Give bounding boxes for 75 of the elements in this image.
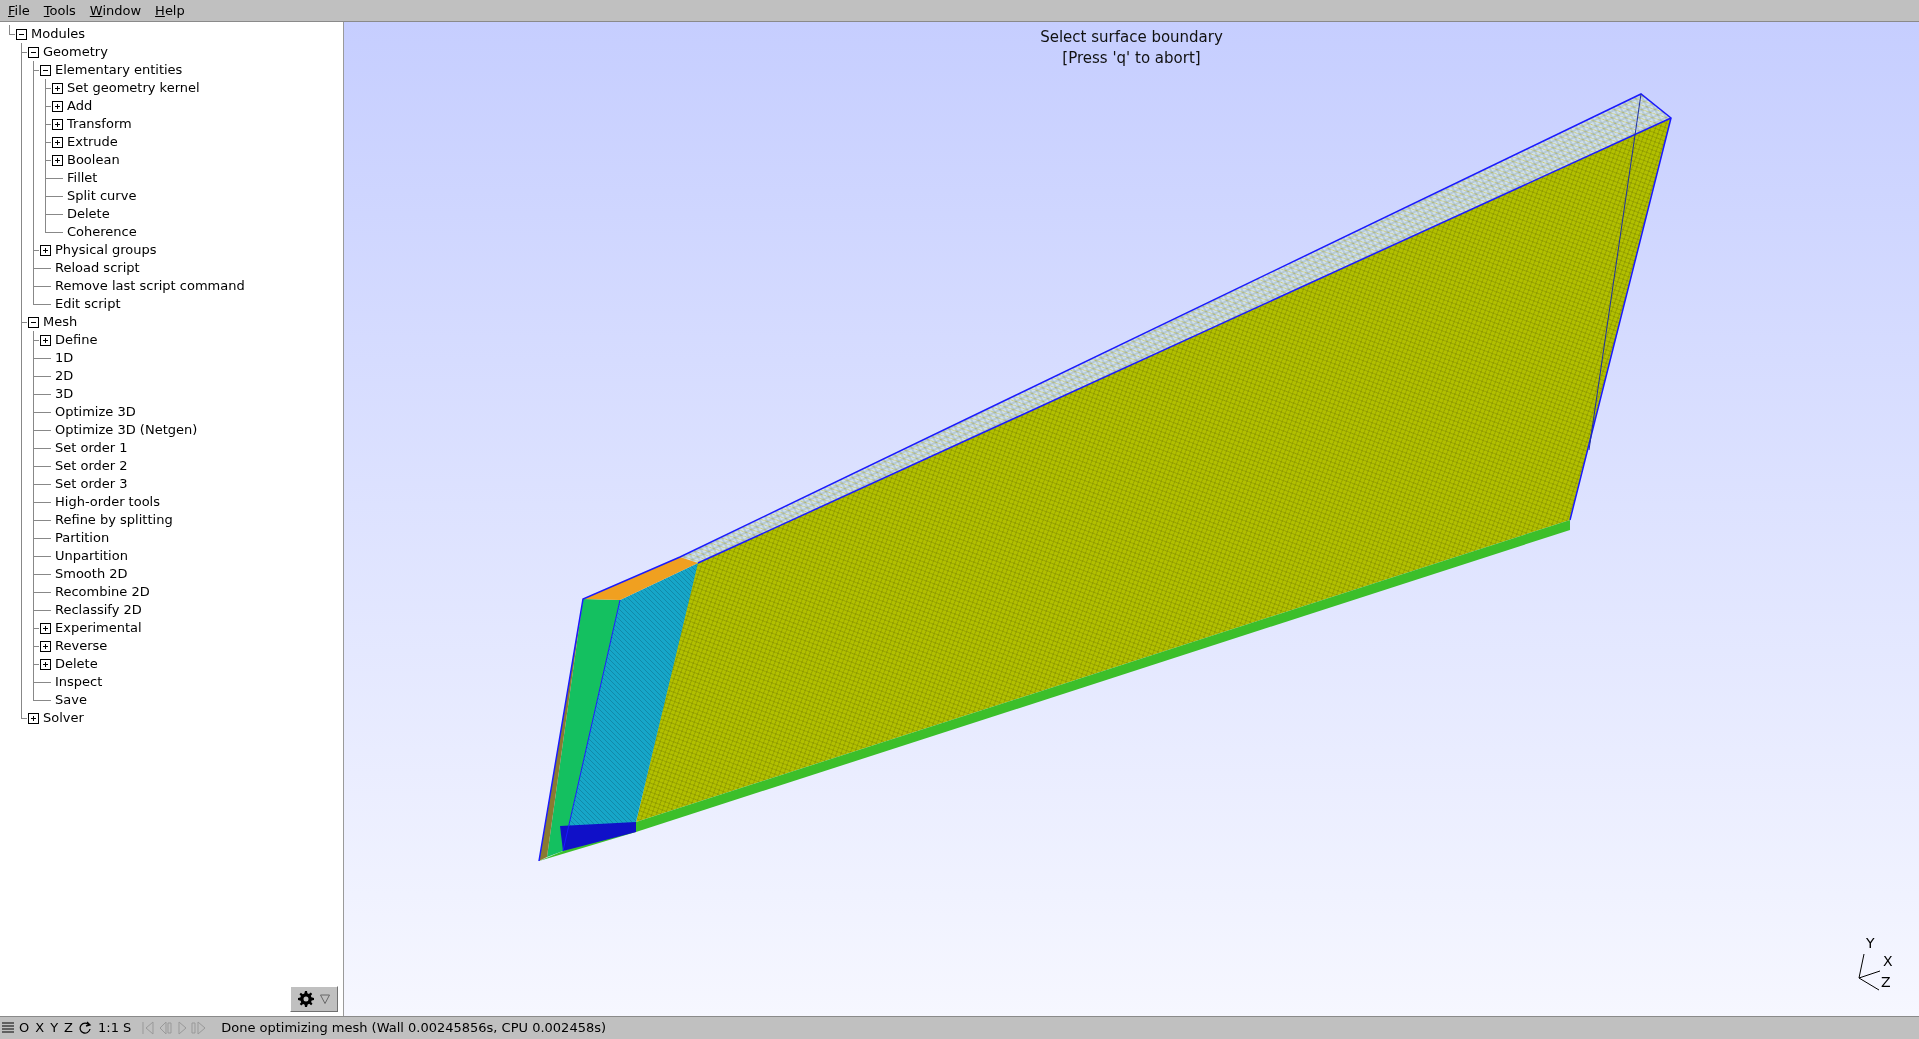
tree-item[interactable]: Fillet (67, 168, 98, 188)
tree-item[interactable]: Split curve (67, 186, 137, 206)
menu-item[interactable]: Window (89, 0, 142, 21)
expand-toggle-icon[interactable] (51, 154, 63, 166)
expand-toggle-icon[interactable] (39, 244, 51, 256)
tree-item[interactable]: Define (55, 330, 98, 350)
tree-item[interactable]: Delete (67, 204, 110, 224)
tree-item[interactable]: Save (55, 690, 87, 710)
tree-item[interactable]: Inspect (55, 672, 103, 692)
scale-button[interactable]: 1:1 (98, 1018, 119, 1038)
tree-item[interactable]: Reverse (55, 636, 108, 656)
tree-item[interactable]: Solver (43, 708, 84, 728)
mesh-model-drawing[interactable] (538, 93, 1672, 862)
tree-item[interactable]: Optimize 3D (Netgen) (55, 420, 198, 440)
expand-toggle-icon[interactable] (51, 136, 63, 148)
viewport-message: Select surface boundary (1040, 27, 1223, 48)
view-axis-button[interactable]: O (18, 1018, 31, 1038)
tree-item[interactable]: Edit script (55, 294, 121, 314)
tree-item[interactable]: Delete (55, 654, 98, 674)
rotate-icon[interactable] (78, 1021, 92, 1035)
tree-item[interactable]: Transform (67, 114, 132, 134)
tree-item[interactable]: Refine by splitting (55, 510, 173, 530)
menu-item[interactable]: File (8, 0, 30, 21)
viewport-message: [Press 'q' to abort] (1062, 48, 1201, 69)
tree-item[interactable]: Physical groups (55, 240, 157, 260)
tree-item[interactable]: Extrude (67, 132, 118, 152)
status-message: Done optimizing mesh (Wall 0.00245856s, CPU 0.002458s) (221, 1019, 607, 1038)
3d-viewport[interactable]: Select surface boundary [Press 'q' to abort] Y X Z (344, 22, 1919, 1016)
tree-item[interactable]: 2D (55, 366, 74, 386)
menu-icon[interactable] (2, 1021, 14, 1035)
view-axis-button[interactable]: Z (63, 1018, 74, 1038)
snap-button[interactable]: S (122, 1018, 132, 1038)
dropdown-triangle-icon (320, 994, 330, 1004)
tree-item[interactable]: Add (67, 96, 93, 116)
tree-item[interactable]: Smooth 2D (55, 564, 128, 584)
expand-toggle-icon[interactable] (39, 640, 51, 652)
tree-item[interactable]: Set order 3 (55, 474, 128, 494)
tree-item[interactable]: Elementary entities (55, 60, 183, 80)
expand-toggle-icon[interactable] (39, 658, 51, 670)
tree-item[interactable]: Partition (55, 528, 110, 548)
tree-item[interactable]: Mesh (43, 312, 78, 332)
tree-item[interactable]: Geometry (43, 42, 108, 62)
collapse-toggle-icon[interactable] (15, 28, 27, 40)
gear-icon (298, 991, 314, 1007)
tree-item[interactable]: Experimental (55, 618, 142, 638)
tree-item[interactable]: High-order tools (55, 492, 160, 512)
view-axis-button[interactable]: Y (49, 1018, 60, 1038)
expand-toggle-icon[interactable] (51, 100, 63, 112)
expand-toggle-icon[interactable] (27, 712, 39, 724)
tree-item[interactable]: 1D (55, 348, 74, 368)
options-button[interactable] (290, 986, 338, 1012)
tree-item[interactable]: Reload script (55, 258, 140, 278)
menu-item[interactable]: Help (155, 0, 185, 21)
collapse-toggle-icon[interactable] (27, 316, 39, 328)
expand-toggle-icon[interactable] (39, 334, 51, 346)
collapse-toggle-icon[interactable] (39, 64, 51, 76)
tree-item[interactable]: Optimize 3D (55, 402, 136, 422)
expand-toggle-icon[interactable] (51, 118, 63, 130)
expand-toggle-icon[interactable] (51, 82, 63, 94)
tree-item[interactable]: Modules (31, 24, 86, 44)
axes-drawing: Y X Z (1858, 935, 1893, 991)
menu-item[interactable]: Tools (43, 0, 76, 21)
tree-item[interactable]: Coherence (67, 222, 137, 242)
tree-item[interactable]: Set order 1 (55, 438, 128, 458)
view-axis-button[interactable]: X (34, 1018, 46, 1038)
tree-item[interactable]: Recombine 2D (55, 582, 150, 602)
tree-item[interactable]: Set order 2 (55, 456, 128, 476)
tree-item[interactable]: Set geometry kernel (67, 78, 200, 98)
expand-toggle-icon[interactable] (39, 622, 51, 634)
tree-item[interactable]: 3D (55, 384, 74, 404)
tree-item[interactable]: Remove last script command (55, 276, 245, 296)
tree-item[interactable]: Unpartition (55, 546, 128, 566)
tree-item[interactable]: Boolean (67, 150, 120, 170)
collapse-toggle-icon[interactable] (27, 46, 39, 58)
tree-item[interactable]: Reclassify 2D (55, 600, 142, 620)
